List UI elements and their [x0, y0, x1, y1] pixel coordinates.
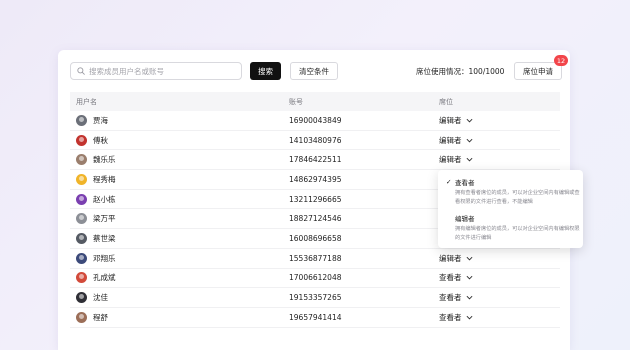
avatar	[76, 252, 87, 264]
username: 贾海	[93, 115, 108, 125]
username: 程秀梅	[93, 174, 116, 184]
seat-select[interactable]: 查看者	[439, 292, 473, 303]
avatar	[76, 173, 87, 185]
seat-label: 查看者	[439, 312, 462, 322]
user-cell: 邓翔乐	[76, 252, 116, 264]
table-row: 贾海 16900043849 编辑者	[70, 111, 560, 131]
toolbar: 搜索 清空条件 席位使用情况：100/1000 席位申请 12	[70, 55, 568, 80]
user-cell: 傅秋	[76, 134, 108, 146]
username: 蔡世梁	[93, 233, 116, 243]
username: 程舒	[93, 312, 108, 322]
account-number: 14103480976	[289, 135, 342, 145]
option-description: 拥有编辑者席位的成员，可以对企业空间内有编辑权限的文件进行编辑	[455, 226, 580, 241]
seat-dropdown-menu: ✓ 查看者 拥有查看者席位的成员，可以对企业空间内有编辑或查看权限的文件进行查看…	[438, 170, 583, 248]
seat-label: 查看者	[439, 273, 462, 283]
header-username: 用户名	[76, 97, 97, 106]
search-box[interactable]	[70, 62, 242, 80]
table-header: 用户名 账号 席位	[70, 92, 560, 111]
clear-filters-button[interactable]: 清空条件	[290, 62, 338, 80]
user-cell: 蔡世梁	[76, 232, 116, 244]
username: 孔成斌	[93, 273, 116, 283]
seat-label: 编辑者	[439, 135, 462, 145]
avatar	[76, 232, 87, 244]
avatar	[76, 193, 87, 205]
table-row: 魏乐乐 17846422511 编辑者	[70, 150, 560, 171]
account-number: 16008696658	[289, 233, 342, 243]
user-cell: 沈佳	[76, 292, 108, 304]
chevron-down-icon	[466, 118, 472, 123]
seat-usage-text: 席位使用情况：100/1000	[416, 67, 505, 76]
seat-label: 编辑者	[439, 115, 462, 125]
seat-label: 编辑者	[439, 155, 462, 165]
username: 赵小栋	[93, 194, 116, 204]
user-cell: 赵小栋	[76, 193, 116, 205]
account-number: 17006612048	[289, 273, 342, 283]
avatar	[76, 311, 87, 323]
option-description: 拥有查看者席位的成员，可以对企业空间内有编辑或查看权限的文件进行查看，不能编辑	[455, 190, 580, 205]
chevron-down-icon	[466, 295, 472, 300]
username: 沈佳	[93, 293, 108, 303]
chevron-down-icon	[466, 315, 472, 320]
avatar	[76, 154, 87, 166]
chevron-down-icon	[466, 276, 472, 280]
option-title: 查看者	[455, 179, 475, 187]
avatar	[76, 134, 87, 146]
chevron-down-icon	[466, 256, 472, 261]
seat-select[interactable]: 编辑者	[439, 135, 473, 146]
option-title: 编辑者	[455, 215, 475, 223]
account-number: 15536877188	[289, 253, 342, 263]
account-number: 18827124546	[289, 214, 342, 224]
chevron-down-icon	[466, 158, 472, 162]
account-number: 16900043849	[289, 115, 342, 125]
seat-select[interactable]: 编辑者	[439, 253, 473, 264]
header-account: 账号	[289, 97, 303, 106]
user-cell: 梁万平	[76, 213, 116, 225]
search-icon	[77, 67, 85, 75]
search-input[interactable]	[89, 66, 229, 76]
seat-select[interactable]: 查看者	[439, 272, 473, 283]
username: 傅秋	[93, 135, 108, 145]
username: 梁万平	[93, 214, 116, 224]
account-number: 19657941414	[289, 312, 342, 322]
seat-select[interactable]: 编辑者	[439, 115, 473, 126]
user-cell: 程舒	[76, 311, 108, 323]
table-row: 孔成斌 17006612048 查看者	[70, 269, 560, 289]
username: 魏乐乐	[93, 155, 116, 165]
seat-label: 查看者	[439, 293, 462, 303]
check-icon: ✓	[446, 178, 452, 186]
user-cell: 魏乐乐	[76, 154, 116, 166]
notification-badge: 12	[554, 55, 568, 66]
avatar	[76, 213, 87, 225]
user-cell: 贾海	[76, 114, 108, 126]
header-seat: 席位	[439, 97, 453, 106]
table-row: 邓翔乐 15536877188 编辑者	[70, 249, 560, 269]
username: 邓翔乐	[93, 253, 116, 263]
account-number: 14862974395	[289, 174, 342, 184]
table-row: 沈佳 19153357265 查看者	[70, 288, 560, 308]
account-number: 19153357265	[289, 293, 342, 303]
avatar	[76, 292, 87, 304]
account-number: 17846422511	[289, 155, 342, 165]
user-cell: 程秀梅	[76, 173, 116, 185]
account-number: 13211296665	[289, 194, 342, 204]
seat-option-viewer[interactable]: ✓ 查看者 拥有查看者席位的成员，可以对企业空间内有编辑或查看权限的文件进行查看…	[446, 177, 580, 206]
seat-select[interactable]: 编辑者	[439, 154, 473, 165]
seat-apply-button[interactable]: 席位申请	[514, 62, 562, 80]
avatar	[76, 272, 87, 284]
search-button[interactable]: 搜索	[250, 62, 281, 80]
seat-option-editor[interactable]: 编辑者 拥有编辑者席位的成员，可以对企业空间内有编辑权限的文件进行编辑	[446, 213, 580, 242]
chevron-down-icon	[466, 138, 472, 143]
table-row: 程舒 19657941414 查看者	[70, 308, 560, 328]
seat-label: 编辑者	[439, 253, 462, 263]
table-row: 傅秋 14103480976 编辑者	[70, 131, 560, 151]
user-cell: 孔成斌	[76, 272, 116, 284]
avatar	[76, 114, 87, 126]
seat-select[interactable]: 查看者	[439, 312, 473, 323]
